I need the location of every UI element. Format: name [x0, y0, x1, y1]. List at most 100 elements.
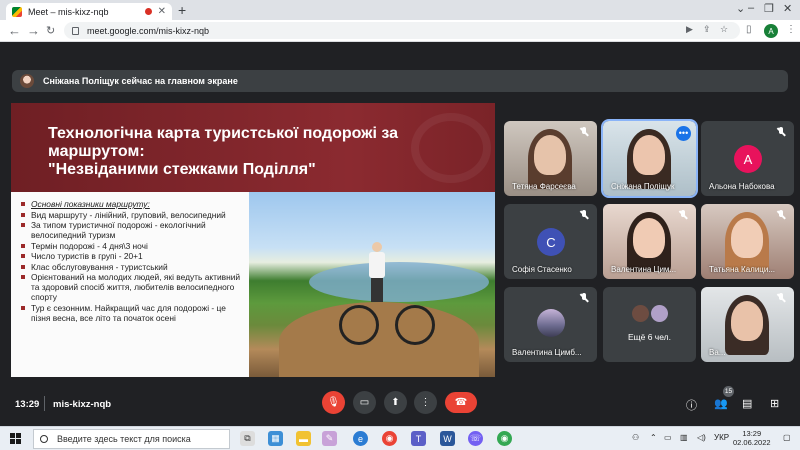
- activities-icon[interactable]: ⊞: [770, 397, 779, 410]
- list-item: Орієнтований на молодих людей, які ведут…: [19, 272, 247, 302]
- mic-toggle-button[interactable]: 🎙: [322, 391, 345, 414]
- minimize-button[interactable]: –: [748, 2, 754, 14]
- meeting-details-icon[interactable]: ⓘ: [686, 397, 697, 413]
- recording-dot-icon: [144, 8, 152, 15]
- menu-kebab-icon[interactable]: ⋮: [786, 24, 796, 35]
- more-options-button[interactable]: ⋮: [414, 391, 437, 414]
- mic-off-icon: [776, 293, 786, 303]
- language-indicator[interactable]: УКР: [714, 433, 729, 442]
- banner-text: Сніжана Поліщук сейчас на главном экране: [43, 76, 238, 86]
- slide-bullet-list: Основні показники маршруту: Вид маршруту…: [19, 199, 247, 323]
- chrome-icon[interactable]: ◉: [382, 431, 397, 446]
- share-icon[interactable]: ⇪: [703, 24, 711, 35]
- participants-count-badge: 15: [723, 386, 734, 397]
- list-item: Тур є сезонним. Найкращий час для подоро…: [19, 303, 247, 323]
- mic-off-icon: [579, 127, 589, 137]
- taskbar-date: 02.06.2022: [733, 438, 771, 447]
- reload-button[interactable]: ↻: [46, 24, 55, 37]
- participant-tile[interactable]: Тетяна Фарсеєва: [504, 121, 597, 196]
- mic-off-icon: [776, 127, 786, 137]
- forward-button[interactable]: →: [27, 23, 40, 38]
- list-item: Вид маршруту - лінійний, груповий, велос…: [19, 210, 247, 220]
- word-icon[interactable]: W: [440, 431, 455, 446]
- search-icon: [40, 435, 48, 443]
- leave-call-button[interactable]: ☎: [445, 392, 477, 413]
- notifications-icon[interactable]: ▢: [783, 433, 791, 442]
- chat-icon[interactable]: ▤: [742, 397, 752, 410]
- avatar: [537, 309, 565, 337]
- network-icon[interactable]: ▥: [680, 433, 688, 442]
- list-item: Основні показники маршруту:: [19, 199, 247, 209]
- mic-off-icon: [678, 210, 688, 220]
- taskbar-time: 13:29: [742, 429, 762, 438]
- taskbar-clock[interactable]: 13:29 02.06.2022: [733, 429, 771, 447]
- slide-header: Технологічна карта туристської подорожі …: [11, 103, 495, 192]
- side-panel-icon[interactable]: ▯: [746, 24, 752, 35]
- teams-icon[interactable]: T: [411, 431, 426, 446]
- list-item: Термін подорожі - 4 дня\3 ночі: [19, 241, 247, 251]
- chrome-active-icon[interactable]: ◉: [497, 431, 512, 446]
- meet-stage: Сніжана Поліщук сейчас на главном экране…: [0, 42, 800, 426]
- participant-tile[interactable]: Валентина Цим...: [603, 204, 696, 279]
- taskbar-search-input[interactable]: Введите здесь текст для поиска: [33, 429, 230, 449]
- viber-icon[interactable]: ☏: [468, 431, 483, 446]
- participant-tile[interactable]: Ва...: [701, 287, 794, 362]
- present-now-button[interactable]: ⬆: [384, 391, 407, 414]
- mic-off-icon: [579, 210, 589, 220]
- more-options-icon[interactable]: •••: [676, 126, 691, 141]
- participant-name: Тетяна Фарсеєва: [512, 182, 576, 191]
- edge-icon[interactable]: e: [353, 431, 368, 446]
- browser-tab-strip: Meet – mis-kixz-nqb ✕ + ⌄ – ❐ ✕: [0, 0, 800, 20]
- task-view-icon[interactable]: ⧉: [240, 431, 255, 446]
- camera-in-use-icon[interactable]: ▶: [686, 24, 693, 35]
- participant-name: Софія Стасенко: [512, 265, 572, 274]
- new-tab-button[interactable]: +: [178, 2, 186, 18]
- meet-control-bar: 13:29 mis-kixz-nqb 🎙 ▭ ⬆ ⋮ ☎ ⓘ 👥 15 ▤ ⊞: [0, 385, 800, 426]
- mic-off-icon: [579, 293, 589, 303]
- participant-name: Ва...: [709, 348, 726, 357]
- browser-toolbar: ← → ↻ meet.google.com/mis-kixz-nqb ▶ ⇪ ☆…: [0, 20, 800, 42]
- bookmark-star-icon[interactable]: ☆: [720, 24, 728, 35]
- meeting-clock: 13:29: [15, 399, 40, 410]
- windows-taskbar: Введите здесь текст для поиска ⧉ ▦ ▬ ✎ e…: [0, 426, 800, 450]
- avatar: С: [537, 228, 565, 256]
- cyclist-figure: [367, 242, 387, 302]
- close-window-button[interactable]: ✕: [783, 2, 792, 15]
- app-icon[interactable]: ▦: [268, 431, 283, 446]
- slide-cyclist-photo: [249, 192, 495, 377]
- lock-icon: [72, 26, 79, 35]
- restore-button[interactable]: ❐: [764, 2, 774, 15]
- url-text: meet.google.com/mis-kixz-nqb: [87, 25, 210, 36]
- slide-subtitle: "Незвіданими стежками Поділля": [48, 161, 316, 178]
- people-icon[interactable]: 👥: [714, 397, 728, 410]
- back-button[interactable]: ←: [8, 23, 21, 38]
- participant-tile[interactable]: Валентина Цимб...: [504, 287, 597, 362]
- file-explorer-icon[interactable]: ▬: [296, 431, 311, 446]
- windows-start-button[interactable]: [10, 433, 21, 444]
- tray-chevron-icon[interactable]: ⌃: [650, 433, 657, 442]
- tab-close-icon[interactable]: ✕: [158, 6, 166, 17]
- meeting-code: mis-kixz-nqb: [53, 399, 112, 410]
- participant-tile-speaking[interactable]: ••• Сніжана Поліщук: [601, 119, 698, 198]
- participant-name: Валентина Цим...: [611, 265, 677, 274]
- participant-tile[interactable]: Татьяна Калици...: [701, 204, 794, 279]
- browser-tab-meet[interactable]: Meet – mis-kixz-nqb ✕: [6, 3, 172, 20]
- presenting-banner: Сніжана Поліщук сейчас на главном экране: [12, 70, 788, 92]
- more-participants-tile[interactable]: Ещё 6 чел.: [603, 287, 696, 362]
- volume-icon[interactable]: ◁): [697, 433, 706, 442]
- participant-name: Альона Набокова: [709, 182, 775, 191]
- divider: [44, 396, 45, 411]
- camera-toggle-button[interactable]: ▭: [353, 391, 376, 414]
- participant-tile[interactable]: С Софія Стасенко: [504, 204, 597, 279]
- profile-avatar[interactable]: A: [764, 24, 778, 38]
- presentation-slide: Технологічна карта туристської подорожі …: [11, 103, 495, 377]
- people-tray-icon[interactable]: ⚇: [632, 433, 639, 442]
- participant-tile[interactable]: А Альона Набокова: [701, 121, 794, 196]
- avatar: А: [734, 145, 762, 173]
- chevron-down-icon[interactable]: ⌄: [736, 2, 745, 15]
- battery-icon[interactable]: ▭: [664, 433, 672, 442]
- participant-name: Сніжана Поліщук: [611, 182, 675, 191]
- paint-icon[interactable]: ✎: [322, 431, 337, 446]
- address-bar[interactable]: meet.google.com/mis-kixz-nqb: [64, 22, 740, 39]
- slide-text-panel: Основні показники маршруту: Вид маршруту…: [11, 192, 249, 377]
